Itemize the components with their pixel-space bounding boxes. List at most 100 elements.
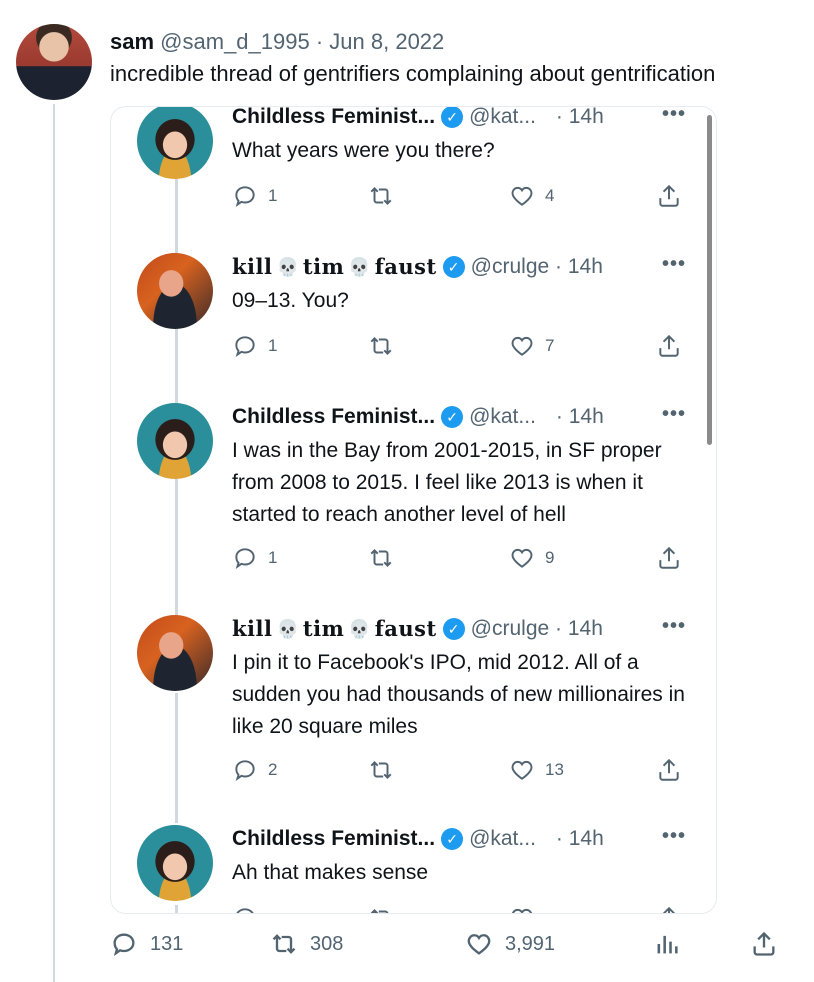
- reply-connector: [175, 905, 178, 913]
- retweet-icon: [370, 187, 392, 205]
- verified-icon: ✓: [441, 107, 464, 128]
- like-button[interactable]: [509, 905, 535, 913]
- reply-button[interactable]: 1: [232, 333, 277, 359]
- retweet-button[interactable]: [368, 333, 394, 359]
- reply-count: 2: [268, 760, 278, 779]
- retweet-count: 308: [310, 932, 344, 955]
- share-button[interactable]: [656, 757, 682, 783]
- like-count: 9: [545, 548, 555, 567]
- like-button[interactable]: 13: [509, 757, 564, 783]
- reply-author-name-part[interactable]: tim: [303, 615, 344, 643]
- reply-handle[interactable]: @kat...: [469, 825, 536, 853]
- reply-header: Childless Feminist... ✓ @kat... · 14h: [232, 825, 604, 853]
- more-icon[interactable]: •••: [662, 107, 686, 126]
- reply-text: 09–13. You?: [232, 289, 349, 312]
- skull-icon: 💀: [348, 619, 371, 639]
- more-icon[interactable]: •••: [662, 825, 686, 848]
- reply-count: 1: [268, 336, 278, 355]
- reply-time[interactable]: · 14h: [556, 403, 604, 431]
- share-icon: [662, 906, 676, 913]
- thread-line: [53, 104, 55, 982]
- verified-icon: ✓: [441, 406, 464, 428]
- retweet-icon: [370, 909, 389, 913]
- reply-text: What years were you there?: [232, 139, 495, 162]
- reply-icon: [236, 908, 254, 913]
- reply-avatar[interactable]: [137, 825, 213, 901]
- author-name[interactable]: sam: [110, 29, 154, 54]
- retweet-icon: [272, 934, 296, 954]
- retweet-icon: [370, 761, 392, 779]
- share-button[interactable]: [656, 183, 682, 209]
- reply-handle[interactable]: @kat...: [469, 107, 536, 131]
- tweet-action-bar: 131 308 3,991: [110, 930, 790, 970]
- author-handle[interactable]: @sam_d_1995: [160, 29, 310, 54]
- verified-icon: ✓: [442, 256, 465, 278]
- reply-button[interactable]: 2: [232, 757, 277, 783]
- like-button[interactable]: 7: [509, 333, 554, 359]
- reply-button[interactable]: 131: [110, 930, 183, 958]
- reply-handle[interactable]: @kat...: [469, 403, 536, 431]
- retweet-button[interactable]: 308: [270, 930, 343, 958]
- reply-count: 1: [268, 186, 278, 205]
- reply-time[interactable]: · 14h: [556, 107, 604, 131]
- reply-icon: [113, 933, 135, 957]
- reply-author-name-part[interactable]: faust: [375, 253, 437, 281]
- reply-actions: 2 13: [232, 757, 692, 787]
- more-icon[interactable]: •••: [662, 253, 686, 276]
- tweet-date[interactable]: Jun 8, 2022: [329, 29, 444, 54]
- reply-author-name-part[interactable]: kill: [232, 615, 272, 643]
- views-button[interactable]: [653, 930, 681, 958]
- share-button[interactable]: [750, 930, 778, 958]
- reply-handle[interactable]: @crulge · 14h: [471, 253, 603, 281]
- reply-author-name[interactable]: Childless Feminist...: [232, 825, 435, 853]
- reply-avatar[interactable]: [137, 253, 213, 329]
- skull-icon: 💀: [348, 257, 371, 277]
- reply-avatar[interactable]: [137, 107, 213, 179]
- reply-author-name-part[interactable]: tim: [303, 253, 344, 281]
- reply-button[interactable]: 1: [232, 183, 277, 209]
- reply-time[interactable]: · 14h: [556, 825, 604, 853]
- more-icon[interactable]: •••: [662, 615, 686, 638]
- reply-author-name-part[interactable]: kill: [232, 253, 272, 281]
- reply-handle[interactable]: @crulge · 14h: [471, 615, 603, 643]
- reply-author-name[interactable]: Childless Feminist...: [232, 403, 435, 431]
- like-button[interactable]: 4: [509, 183, 554, 209]
- share-button[interactable]: [656, 333, 682, 359]
- like-count: 7: [545, 336, 555, 355]
- skull-icon: 💀: [276, 619, 299, 639]
- tweet-text: incredible thread of gentrifiers complai…: [110, 61, 716, 86]
- like-icon: [511, 760, 533, 780]
- quoted-thread-card[interactable]: Childless Feminist... ✓ @kat... · 14h ••…: [110, 106, 717, 914]
- reply-avatar[interactable]: [137, 615, 213, 691]
- like-button[interactable]: 3,991: [465, 930, 555, 958]
- skull-icon: 💀: [276, 257, 299, 277]
- reply-header: Childless Feminist... ✓ @kat... · 14h: [232, 107, 604, 131]
- like-count: 4: [545, 186, 555, 205]
- retweet-button[interactable]: [368, 757, 394, 783]
- retweet-button[interactable]: [368, 183, 394, 209]
- tweet-header: sam @sam_d_1995 · Jun 8, 2022: [110, 28, 444, 56]
- share-icon: [659, 334, 679, 357]
- retweet-button[interactable]: [368, 905, 394, 913]
- reply-header: Childless Feminist... ✓ @kat... · 14h: [232, 403, 604, 431]
- like-button[interactable]: 9: [509, 545, 554, 571]
- retweet-icon: [370, 337, 392, 355]
- scrollbar[interactable]: [707, 115, 712, 445]
- share-button[interactable]: [656, 545, 682, 571]
- reply-connector: [175, 693, 178, 823]
- reply-author-name[interactable]: Childless Feminist...: [232, 107, 435, 131]
- more-icon[interactable]: •••: [662, 403, 686, 426]
- reply-icon: [235, 760, 255, 782]
- reply-icon: [235, 186, 255, 208]
- reply-button[interactable]: [232, 905, 258, 913]
- share-icon: [659, 184, 679, 207]
- share-button[interactable]: [656, 905, 682, 913]
- retweet-button[interactable]: [368, 545, 394, 571]
- reply-actions: [232, 905, 692, 913]
- like-icon: [511, 336, 533, 356]
- reply-text: I pin it to Facebook's IPO, mid 2012. Al…: [232, 651, 685, 738]
- author-avatar[interactable]: [16, 24, 92, 100]
- reply-button[interactable]: 1: [232, 545, 277, 571]
- reply-avatar[interactable]: [137, 403, 213, 479]
- reply-author-name-part[interactable]: faust: [375, 615, 437, 643]
